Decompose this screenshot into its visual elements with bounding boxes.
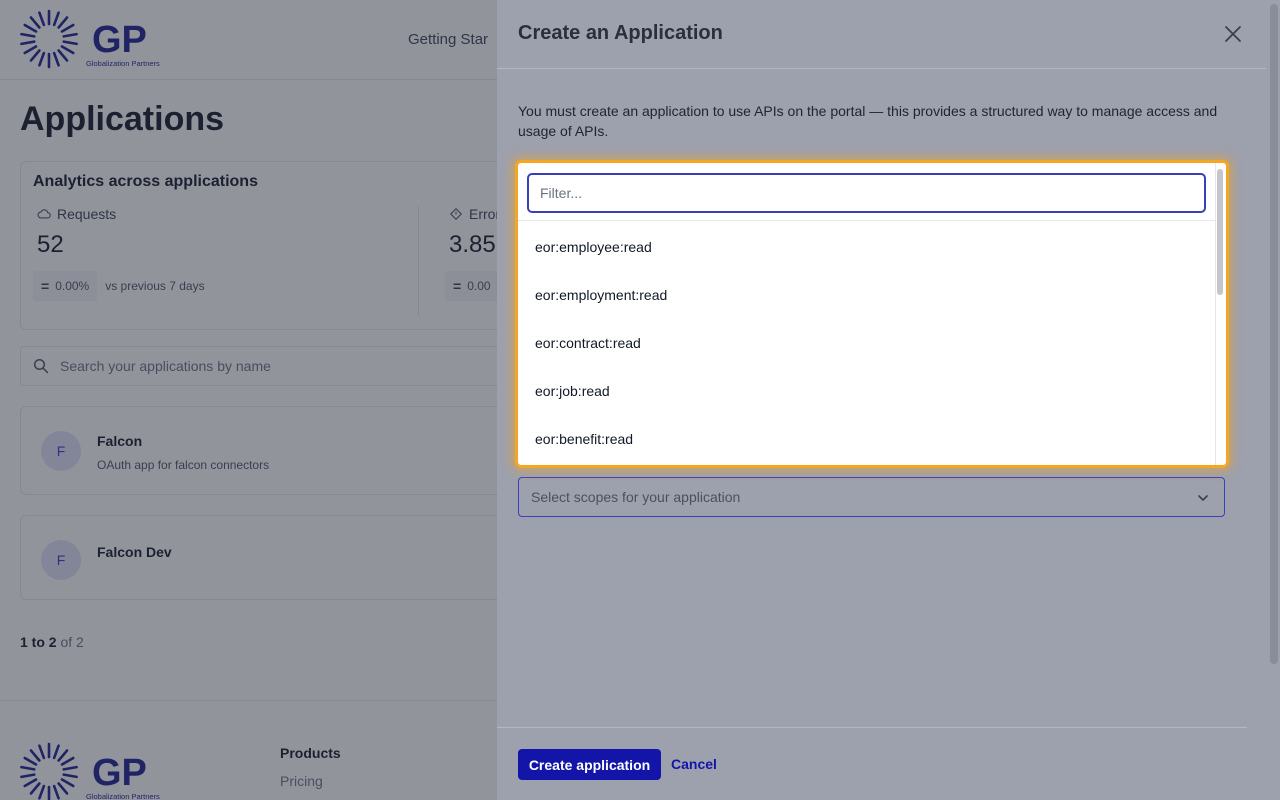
cancel-button[interactable]: Cancel xyxy=(671,756,717,772)
close-icon xyxy=(1225,26,1241,42)
scope-option[interactable]: eor:employee:read xyxy=(518,223,1216,271)
dropdown-scroll-track xyxy=(1215,163,1216,465)
drawer-footer: Create application Cancel xyxy=(497,727,1247,800)
scope-option[interactable]: eor:job:read xyxy=(518,367,1216,415)
create-application-button[interactable]: Create application xyxy=(518,749,661,780)
filter-container xyxy=(518,163,1216,221)
filter-input[interactable] xyxy=(527,173,1206,213)
scope-select-placeholder: Select scopes for your application xyxy=(531,489,741,505)
drawer-header: Create an Application xyxy=(497,0,1266,69)
scope-option[interactable]: eor:contract:read xyxy=(518,319,1216,367)
drawer-title: Create an Application xyxy=(518,22,723,44)
chevron-down-icon xyxy=(1198,495,1208,501)
dropdown-scrollbar-thumb[interactable] xyxy=(1217,169,1223,295)
scope-option[interactable]: eor:employment:read xyxy=(518,271,1216,319)
scopes-dropdown: eor:employee:read eor:employment:read eo… xyxy=(515,160,1229,468)
scope-select[interactable]: Select scopes for your application xyxy=(518,477,1225,517)
drawer-scrollbar[interactable] xyxy=(1270,4,1278,664)
scope-option[interactable]: eor:benefit:read xyxy=(518,415,1216,463)
close-button[interactable] xyxy=(1221,22,1245,46)
drawer-description: You must create an application to use AP… xyxy=(518,103,1218,139)
